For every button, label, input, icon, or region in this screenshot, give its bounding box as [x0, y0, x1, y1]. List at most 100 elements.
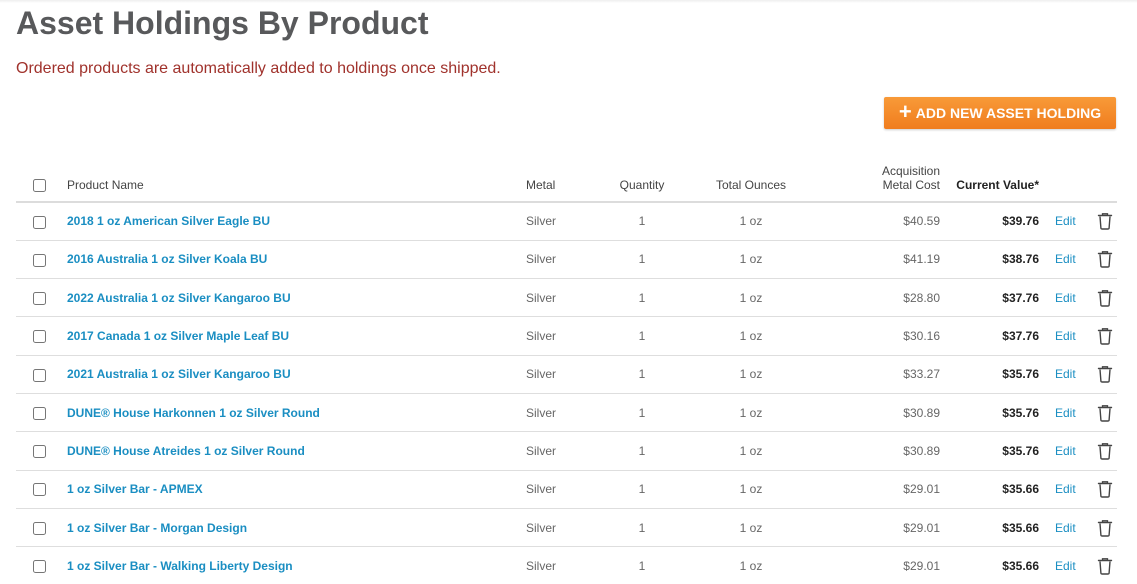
product-name-cell: DUNE® House Harkonnen 1 oz Silver Round [62, 393, 512, 433]
product-name-link[interactable]: DUNE® House Harkonnen 1 oz Silver Round [67, 406, 320, 420]
acquisition-cost-cell: $30.89 [810, 431, 940, 471]
current-value-cell: $35.66 [1002, 559, 1039, 574]
holdings-table: Product Name Metal Quantity Total Ounces… [16, 152, 1117, 584]
acquisition-cost-cell: $28.80 [810, 278, 940, 318]
header-quantity[interactable]: Quantity [592, 152, 692, 203]
row-select-cell [16, 202, 62, 241]
trash-icon[interactable] [1097, 250, 1113, 269]
edit-link[interactable]: Edit [1055, 329, 1076, 343]
edit-link[interactable]: Edit [1055, 521, 1076, 535]
header-delete [1091, 152, 1117, 203]
trash-icon[interactable] [1097, 365, 1113, 384]
add-button-label: ADD NEW ASSET HOLDING [915, 105, 1102, 121]
total-ounces-cell: 1 oz [692, 393, 810, 433]
current-value-cell: $35.76 [940, 355, 1039, 394]
edit-link[interactable]: Edit [1055, 444, 1076, 458]
product-name-link[interactable]: 2021 Australia 1 oz Silver Kangaroo BU [67, 367, 291, 381]
edit-link[interactable]: Edit [1055, 291, 1076, 305]
edit-link[interactable]: Edit [1055, 367, 1076, 381]
edit-link[interactable]: Edit [1055, 252, 1076, 266]
trash-icon[interactable] [1097, 404, 1113, 422]
delete-cell [1091, 278, 1117, 318]
trash-icon[interactable] [1097, 442, 1113, 460]
total-ounces-cell: 1 oz [692, 355, 810, 394]
edit-cell: Edit [1039, 240, 1091, 280]
quantity-cell: 1 [592, 431, 692, 471]
current-value-cell: $35.66 [940, 508, 1039, 548]
edit-link[interactable]: Edit [1055, 406, 1076, 420]
acquisition-cost-cell: $30.16 [810, 316, 940, 356]
acquisition-cost-cell: $30.89 [810, 393, 940, 433]
acquisition-cost-cell: $40.59 [810, 202, 940, 241]
row-checkbox[interactable] [32, 445, 46, 459]
delete-cell [1091, 508, 1117, 548]
row-checkbox[interactable] [32, 560, 46, 574]
delete-cell [1091, 431, 1117, 471]
current-value-cell: $35.66 [940, 470, 1039, 509]
page-title: Asset Holdings By Product [16, 5, 429, 41]
product-name-link[interactable]: 2017 Canada 1 oz Silver Maple Leaf BU [67, 329, 289, 343]
product-name-cell: 1 oz Silver Bar - APMEX [62, 470, 512, 509]
product-name-link[interactable]: 2016 Australia 1 oz Silver Koala BU [67, 252, 267, 266]
total-ounces-cell: 1 oz [692, 240, 810, 280]
edit-link[interactable]: Edit [1055, 214, 1076, 228]
row-checkbox[interactable] [32, 330, 46, 344]
table-row: DUNE® House Atreides 1 oz Silver Round S… [16, 431, 1117, 471]
acquisition-cost-cell: $41.19 [810, 240, 940, 280]
row-checkbox[interactable] [32, 521, 46, 535]
add-new-asset-holding-button[interactable]: + ADD NEW ASSET HOLDING [884, 97, 1116, 129]
quantity-cell: 1 [592, 470, 692, 509]
trash-icon[interactable] [1097, 327, 1113, 345]
select-all-checkbox[interactable] [32, 179, 46, 192]
trash-icon[interactable] [1097, 289, 1113, 307]
trash-icon[interactable] [1097, 519, 1113, 537]
current-value-cell: $35.76 [940, 393, 1039, 433]
row-checkbox[interactable] [32, 483, 46, 497]
row-checkbox[interactable] [32, 368, 46, 382]
product-name-link[interactable]: 1 oz Silver Bar - Walking Liberty Design [67, 559, 293, 573]
shipping-notice: Ordered products are automatically added… [16, 60, 501, 77]
delete-cell [1091, 470, 1117, 509]
table-row: 2017 Canada 1 oz Silver Maple Leaf BU Si… [16, 316, 1117, 356]
quantity-cell: 1 [592, 240, 692, 280]
table-row: 2018 1 oz American Silver Eagle BU Silve… [16, 202, 1117, 241]
table-row: 1 oz Silver Bar - APMEX Silver 1 1 oz $2… [16, 470, 1117, 509]
row-checkbox[interactable] [32, 406, 46, 420]
metal-cell: Silver [512, 355, 592, 394]
row-checkbox[interactable] [32, 253, 46, 267]
row-select-cell [16, 393, 62, 433]
row-select-cell [16, 470, 62, 509]
delete-cell [1091, 355, 1117, 394]
edit-link[interactable]: Edit [1055, 482, 1076, 496]
edit-link[interactable]: Edit [1055, 559, 1076, 573]
product-name-link[interactable]: DUNE® House Atreides 1 oz Silver Round [67, 444, 305, 458]
quantity-cell: 1 [592, 278, 692, 318]
row-select-cell [16, 316, 62, 356]
row-select-cell [16, 431, 62, 471]
header-product-name[interactable]: Product Name [62, 152, 512, 203]
row-checkbox[interactable] [32, 215, 46, 229]
quantity-cell: 1 [592, 202, 692, 241]
acquisition-cost-cell: $29.01 [810, 470, 940, 509]
header-total-ounces[interactable]: Total Ounces [692, 152, 810, 203]
header-metal[interactable]: Metal [512, 152, 592, 203]
header-acquisition-cost[interactable]: Acquisition Metal Cost [810, 152, 940, 203]
trash-icon[interactable] [1097, 557, 1113, 575]
product-name-link[interactable]: 1 oz Silver Bar - Morgan Design [67, 521, 247, 535]
metal-cell: Silver [512, 316, 592, 356]
current-value-cell: $37.76 [940, 316, 1039, 356]
metal-cell: Silver [512, 393, 592, 433]
product-name-link[interactable]: 2022 Australia 1 oz Silver Kangaroo BU [67, 291, 291, 305]
product-name-link[interactable]: 2018 1 oz American Silver Eagle BU [67, 214, 270, 228]
delete-cell [1091, 547, 1117, 584]
table-row: 2022 Australia 1 oz Silver Kangaroo BU S… [16, 278, 1117, 318]
edit-cell: Edit [1039, 278, 1091, 318]
metal-cell: Silver [512, 431, 592, 471]
product-name-link[interactable]: 1 oz Silver Bar - APMEX [67, 482, 203, 496]
plus-icon: + [898, 99, 912, 124]
trash-icon[interactable] [1097, 212, 1113, 231]
header-current-value[interactable]: Current Value* [940, 152, 1039, 203]
product-name-cell: DUNE® House Atreides 1 oz Silver Round [62, 431, 512, 471]
trash-icon[interactable] [1097, 480, 1113, 498]
row-checkbox[interactable] [32, 291, 46, 305]
